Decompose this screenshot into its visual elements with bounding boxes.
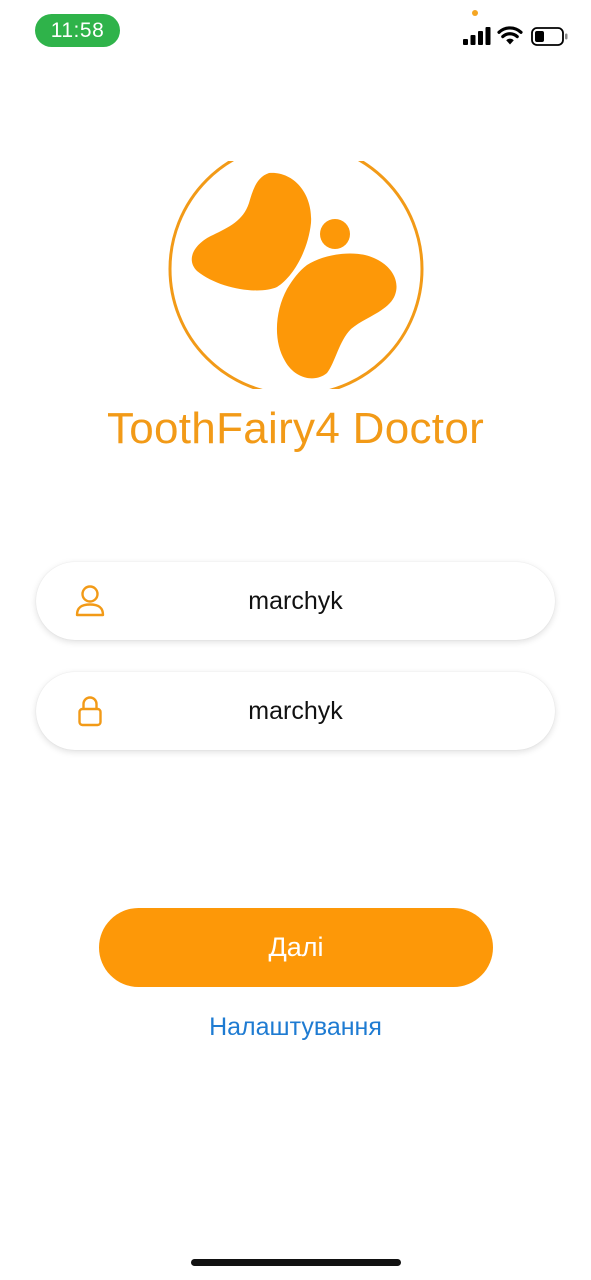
status-bar: 11:58: [0, 0, 591, 60]
signal-icon: [463, 27, 491, 45]
wifi-icon: [497, 26, 523, 45]
password-input[interactable]: marchyk: [36, 672, 555, 750]
settings-link[interactable]: Налаштування: [0, 1013, 591, 1042]
home-indicator[interactable]: [191, 1259, 401, 1266]
username-field[interactable]: marchyk: [36, 562, 555, 640]
app-title: ToothFairy4 Doctor: [106, 404, 485, 453]
privacy-indicator-dot: [472, 10, 478, 16]
battery-icon: [531, 27, 568, 46]
password-field[interactable]: marchyk: [36, 672, 555, 750]
status-time: 11:58: [35, 14, 120, 47]
username-input[interactable]: marchyk: [36, 562, 555, 640]
next-button[interactable]: Далі: [99, 908, 493, 987]
toothfairy-logo: [168, 161, 424, 389]
